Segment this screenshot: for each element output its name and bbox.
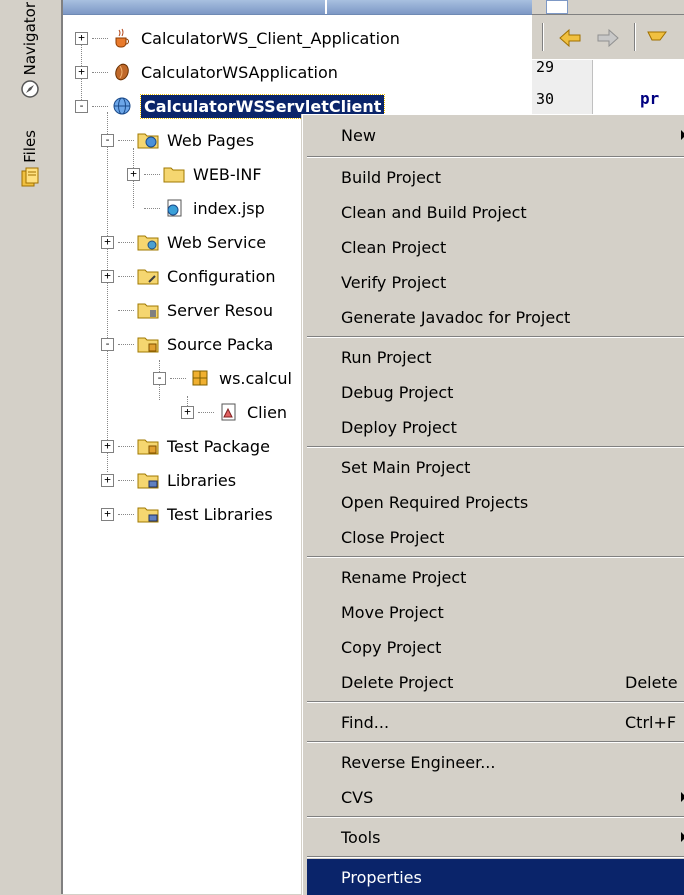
line-number: 29 <box>536 58 555 76</box>
collapse-toggle[interactable]: - <box>75 99 88 113</box>
navigator-icon <box>20 79 40 103</box>
config-folder-icon <box>137 266 159 286</box>
expand-toggle[interactable]: + <box>101 507 114 521</box>
menu-item-copy-project[interactable]: Copy Project <box>307 629 684 665</box>
toolbar-icon[interactable] <box>644 25 672 51</box>
editor-tab-bar <box>532 0 684 15</box>
folder-icon <box>163 164 185 184</box>
tree-node-calculatorwsapplication[interactable]: + CalculatorWSApplication <box>75 55 338 89</box>
menu-item-set-main-project[interactable]: Set Main Project <box>307 449 684 485</box>
menu-item-close-project[interactable]: Close Project <box>307 519 684 555</box>
menu-item-run-project[interactable]: Run Project <box>307 339 684 375</box>
back-arrow-icon[interactable] <box>556 25 584 51</box>
menu-item-open-required-projects[interactable]: Open Required Projects <box>307 484 684 520</box>
project-context-menu: New Build Project Clean and Build Projec… <box>302 114 684 895</box>
library-folder-icon <box>137 504 159 524</box>
line-number: 30 <box>536 90 555 108</box>
side-tab-files[interactable]: Files <box>6 130 54 193</box>
side-tab-navigator-label: Navigator <box>21 2 39 76</box>
expand-toggle[interactable]: + <box>101 439 114 453</box>
tree-node-web-pages[interactable]: - Web Pages <box>101 123 254 157</box>
library-folder-icon <box>137 470 159 490</box>
package-icon <box>189 368 211 388</box>
menu-item-debug-project[interactable]: Debug Project <box>307 374 684 410</box>
menu-item-tools[interactable]: Tools <box>307 819 684 855</box>
editor-toolbar <box>532 15 684 59</box>
globe-icon <box>111 96 133 116</box>
expand-toggle[interactable]: + <box>101 235 114 249</box>
collapse-toggle[interactable]: - <box>101 133 114 147</box>
tree-node-libraries[interactable]: + Libraries <box>101 463 236 497</box>
web-folder-icon <box>137 130 159 150</box>
collapse-toggle[interactable]: - <box>101 337 114 351</box>
java-class-icon <box>217 402 239 422</box>
code-line[interactable]: pr <box>640 89 659 108</box>
menu-item-build-project[interactable]: Build Project <box>307 159 684 195</box>
menu-item-properties[interactable]: Properties <box>307 859 684 895</box>
menu-item-deploy-project[interactable]: Deploy Project <box>307 409 684 445</box>
expand-toggle[interactable]: + <box>101 473 114 487</box>
expand-toggle[interactable]: + <box>181 405 194 419</box>
test-folder-icon <box>137 436 159 456</box>
shortcut-ctrl-f: Ctrl+F <box>625 712 677 732</box>
tree-node-server-resources[interactable]: Server Resou <box>101 293 273 327</box>
tree-node-calculatorws-client-application[interactable]: + CalculatorWS_Client_Application <box>75 21 400 55</box>
expand-toggle[interactable]: + <box>75 65 88 79</box>
menu-item-generate-javadoc[interactable]: Generate Javadoc for Project <box>307 299 684 335</box>
tree-node-test-packages[interactable]: + Test Package <box>101 429 270 463</box>
jsp-file-icon <box>163 198 185 218</box>
tree-node-index-jsp[interactable]: index.jsp <box>127 191 265 225</box>
source-folder-icon <box>137 334 159 354</box>
files-icon <box>20 167 40 193</box>
menu-item-move-project[interactable]: Move Project <box>307 594 684 630</box>
side-tab-navigator[interactable]: Navigator <box>6 2 54 103</box>
menu-item-verify-project[interactable]: Verify Project <box>307 264 684 300</box>
tree-node-test-libraries[interactable]: + Test Libraries <box>101 497 273 531</box>
editor-tab[interactable] <box>546 0 568 14</box>
menu-item-find[interactable]: Find... Ctrl+F <box>307 704 684 740</box>
tree-node-web-service[interactable]: + Web Service <box>101 225 266 259</box>
web-service-folder-icon <box>137 232 159 252</box>
menu-item-clean-and-build-project[interactable]: Clean and Build Project <box>307 194 684 230</box>
menu-item-delete-project[interactable]: Delete Project Delete <box>307 664 684 700</box>
forward-arrow-icon[interactable] <box>594 25 622 51</box>
tree-node-configuration[interactable]: + Configuration <box>101 259 276 293</box>
shortcut-delete: Delete <box>625 672 678 692</box>
side-tab-files-label: Files <box>21 130 39 163</box>
java-cup-icon <box>111 28 133 48</box>
bean-icon <box>111 62 133 82</box>
expand-toggle[interactable]: + <box>101 269 114 283</box>
expand-toggle[interactable]: + <box>75 31 88 45</box>
menu-item-clean-project[interactable]: Clean Project <box>307 229 684 265</box>
menu-item-cvs[interactable]: CVS <box>307 779 684 815</box>
side-tab-strip: Navigator Files <box>0 0 62 894</box>
tree-node-web-inf[interactable]: + WEB-INF <box>127 157 262 191</box>
collapse-toggle[interactable]: - <box>153 371 166 385</box>
server-folder-icon <box>137 300 159 320</box>
tree-node-source-packages[interactable]: - Source Packa <box>101 327 273 361</box>
tree-panel-header <box>63 0 533 15</box>
tree-node-client-class[interactable]: + Clien <box>181 395 287 429</box>
tree-node-ws-calculator-package[interactable]: - ws.calcul <box>153 361 292 395</box>
menu-item-rename-project[interactable]: Rename Project <box>307 559 684 595</box>
expand-toggle[interactable]: + <box>127 167 140 181</box>
menu-item-new[interactable]: New <box>307 117 684 153</box>
menu-item-reverse-engineer[interactable]: Reverse Engineer... <box>307 744 684 780</box>
